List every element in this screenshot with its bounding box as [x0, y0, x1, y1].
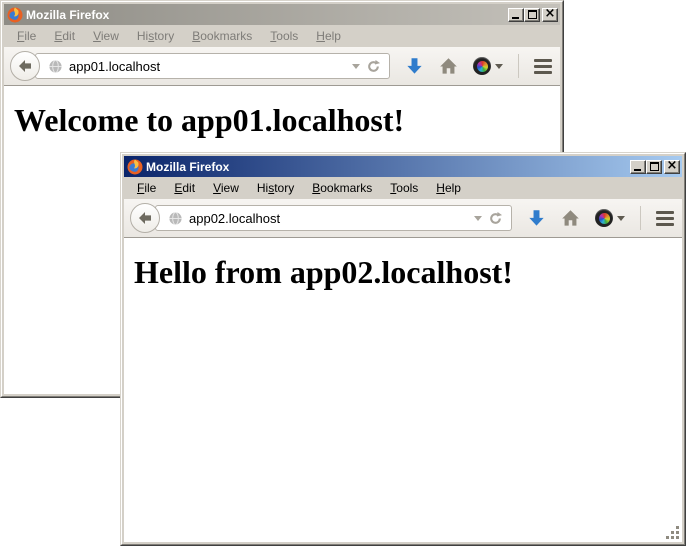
menu-item-bookmarks[interactable]: Bookmarks [303, 178, 381, 198]
hamburger-icon [534, 59, 552, 74]
maximize-button[interactable] [524, 8, 540, 22]
menu-button[interactable] [656, 211, 674, 226]
titlebar[interactable]: Mozilla Firefox × [124, 156, 682, 177]
home-icon [561, 209, 580, 228]
menu-item-file[interactable]: File [8, 26, 45, 46]
extension-button[interactable] [595, 209, 625, 227]
toolbar-separator [518, 54, 519, 78]
menu-button[interactable] [534, 59, 552, 74]
close-icon: × [545, 9, 556, 19]
urlbar-dropdown-icon[interactable] [352, 64, 360, 73]
navigation-toolbar: app02.localhost [124, 199, 682, 238]
minimize-button[interactable] [508, 8, 524, 22]
caption-buttons: × [630, 160, 680, 174]
maximize-button[interactable] [646, 160, 662, 174]
reload-icon [488, 211, 503, 226]
minimize-icon [634, 169, 641, 171]
close-button[interactable]: × [542, 8, 558, 22]
page-heading: Welcome to app01.localhost! [14, 102, 560, 139]
extension-button[interactable] [473, 57, 503, 75]
window-frame: Mozilla Firefox × File Edit View History… [121, 153, 685, 545]
minimize-button[interactable] [630, 160, 646, 174]
window-title: Mozilla Firefox [146, 160, 229, 174]
reload-button[interactable] [488, 211, 503, 226]
caption-buttons: × [508, 8, 558, 22]
menu-item-history[interactable]: History [248, 178, 303, 198]
home-button[interactable] [439, 57, 458, 76]
menubar: File Edit View History Bookmarks Tools H… [4, 25, 560, 47]
hamburger-icon [656, 211, 674, 226]
download-icon [405, 57, 424, 76]
download-button[interactable] [527, 209, 546, 228]
download-button[interactable] [405, 57, 424, 76]
maximize-icon [650, 162, 659, 171]
home-button[interactable] [561, 209, 580, 228]
titlebar[interactable]: Mozilla Firefox × [4, 4, 560, 25]
extension-dropdown-icon[interactable] [617, 216, 625, 225]
back-button[interactable] [130, 203, 160, 233]
menu-item-help[interactable]: Help [307, 26, 350, 46]
menu-item-bookmarks[interactable]: Bookmarks [183, 26, 261, 46]
menu-item-history[interactable]: History [128, 26, 183, 46]
menu-item-view[interactable]: View [84, 26, 128, 46]
back-arrow-icon [137, 210, 153, 226]
url-text: app01.localhost [69, 59, 346, 74]
menubar: File Edit View History Bookmarks Tools H… [124, 177, 682, 199]
urlbar-dropdown-icon[interactable] [474, 216, 482, 225]
url-text: app02.localhost [189, 211, 468, 226]
url-bar[interactable]: app02.localhost [155, 205, 512, 231]
close-icon: × [667, 161, 678, 171]
navigation-toolbar: app01.localhost [4, 47, 560, 86]
extension-dropdown-icon[interactable] [495, 64, 503, 73]
page-heading: Hello from app02.localhost! [134, 254, 682, 291]
menu-item-edit[interactable]: Edit [45, 26, 84, 46]
menu-item-tools[interactable]: Tools [261, 26, 307, 46]
resize-grip[interactable] [666, 526, 681, 541]
reload-icon [366, 59, 381, 74]
globe-icon [48, 59, 63, 74]
home-icon [439, 57, 458, 76]
menu-item-help[interactable]: Help [427, 178, 470, 198]
menu-item-tools[interactable]: Tools [381, 178, 427, 198]
close-button[interactable]: × [664, 160, 680, 174]
back-button[interactable] [10, 51, 40, 81]
color-wheel-icon [595, 209, 613, 227]
reload-button[interactable] [366, 59, 381, 74]
menu-item-file[interactable]: File [128, 178, 165, 198]
menu-item-view[interactable]: View [204, 178, 248, 198]
maximize-icon [528, 10, 537, 19]
back-arrow-icon [17, 58, 33, 74]
globe-icon [168, 211, 183, 226]
toolbar-separator [640, 206, 641, 230]
firefox-logo-icon [7, 7, 23, 23]
minimize-icon [512, 17, 519, 19]
window-title: Mozilla Firefox [26, 8, 109, 22]
menu-item-edit[interactable]: Edit [165, 178, 204, 198]
page-content: Hello from app02.localhost! [124, 238, 682, 542]
url-bar[interactable]: app01.localhost [35, 53, 390, 79]
download-icon [527, 209, 546, 228]
firefox-window-app02: Mozilla Firefox × File Edit View History… [120, 152, 686, 546]
color-wheel-icon [473, 57, 491, 75]
firefox-logo-icon [127, 159, 143, 175]
